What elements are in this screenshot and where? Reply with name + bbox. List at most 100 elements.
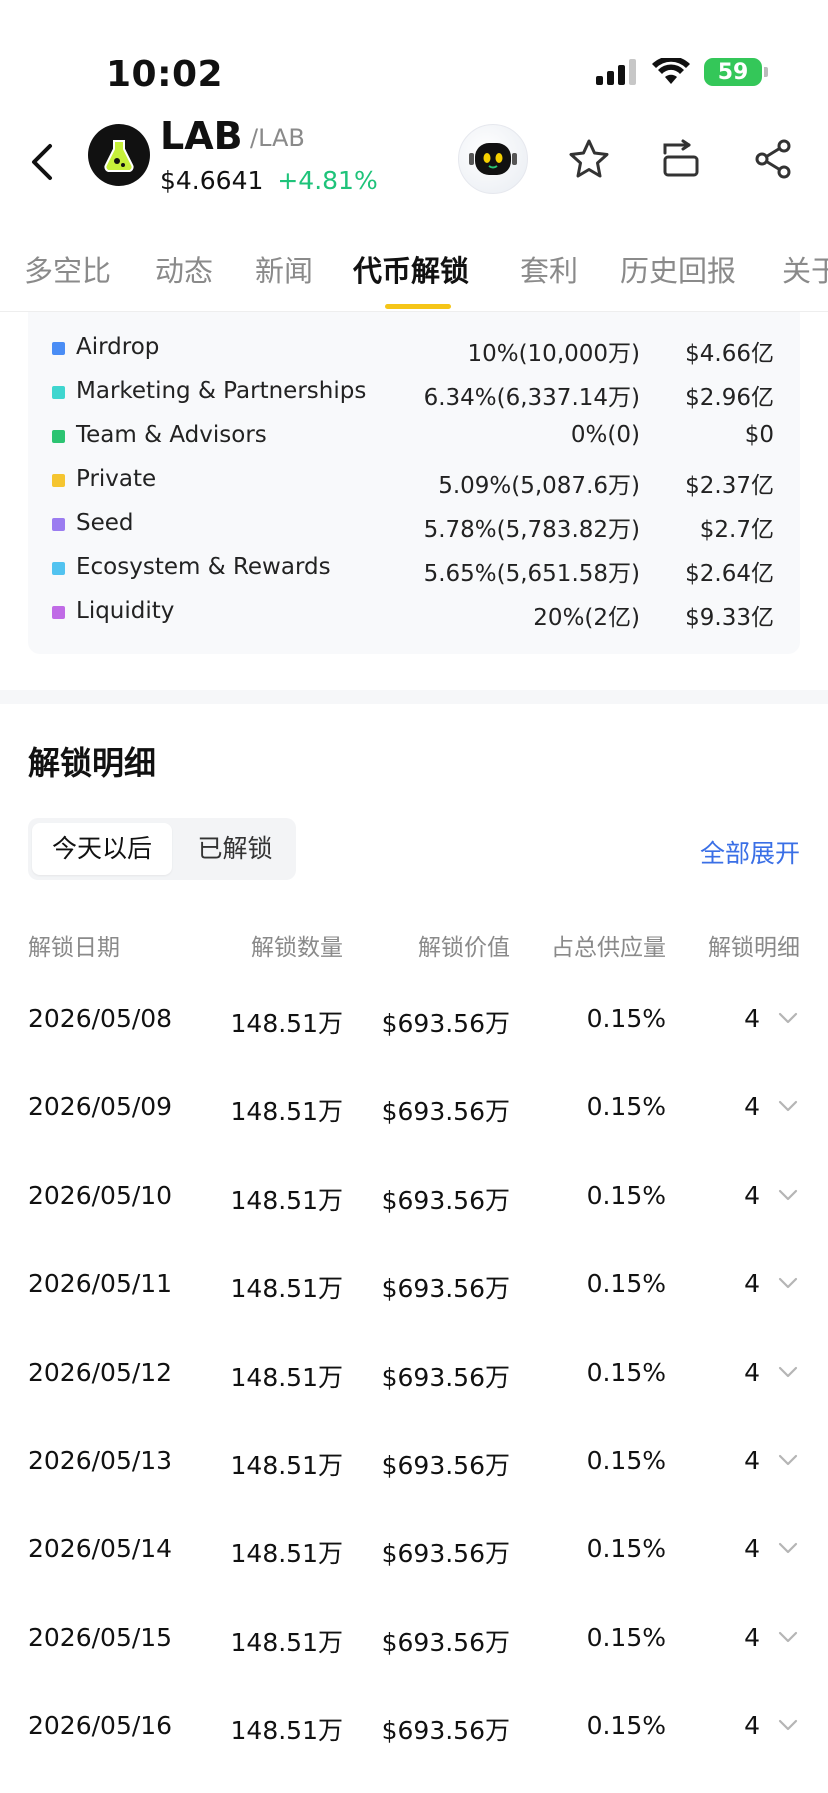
unlock-amount-cell: 148.51万 bbox=[230, 1362, 343, 1392]
allocation-percent: 6.34%(6,337.14万) bbox=[423, 385, 640, 411]
chevron-down-icon[interactable] bbox=[776, 1271, 800, 1295]
coin-name: LAB bbox=[160, 114, 243, 158]
unlock-amount-cell: 148.51万 bbox=[230, 1716, 343, 1746]
allocation-value: $2.96亿 bbox=[685, 385, 774, 411]
battery-level: 59 bbox=[717, 59, 749, 85]
chevron-down-icon[interactable] bbox=[776, 1360, 800, 1384]
allocation-swatch bbox=[52, 562, 65, 575]
unlock-date-cell: 2026/05/11 bbox=[28, 1269, 173, 1299]
star-icon bbox=[569, 139, 609, 178]
allocation-swatch bbox=[52, 474, 65, 487]
allocation-value: $0 bbox=[744, 422, 774, 448]
allocation-name: Liquidity bbox=[76, 598, 175, 624]
table-row[interactable]: 2026/05/10 148.51万 $693.56万 0.15% 4 bbox=[0, 1151, 828, 1239]
unlock-date-cell: 2026/05/13 bbox=[28, 1446, 173, 1475]
tab-historical-returns[interactable]: 历史回报 bbox=[620, 248, 736, 290]
allocation-value: $2.37亿 bbox=[685, 473, 774, 499]
tab-news[interactable]: 新闻 bbox=[255, 248, 313, 290]
coin-price: $4.6641 bbox=[160, 166, 264, 195]
allocation-name: Seed bbox=[76, 510, 134, 536]
tab-token-unlock[interactable]: 代币解锁 bbox=[353, 248, 469, 290]
column-supply-share: 占总供应量 bbox=[551, 935, 666, 961]
segment-upcoming[interactable]: 今天以后 bbox=[32, 823, 172, 875]
unlock-value-cell: $693.56万 bbox=[381, 1627, 510, 1657]
allocation-name: Private bbox=[76, 466, 157, 492]
unlock-value-cell: $693.56万 bbox=[381, 1362, 510, 1392]
column-unlock-date: 解锁日期 bbox=[28, 935, 120, 961]
table-row[interactable]: 2026/05/11 148.51万 $693.56万 0.15% 4 bbox=[0, 1239, 828, 1327]
allocation-name: Airdrop bbox=[76, 334, 160, 360]
coin-logo-icon bbox=[88, 124, 150, 186]
allocation-card: Airdrop 10%(10,000万) $4.66亿 Marketing & … bbox=[28, 312, 800, 654]
unlock-amount-cell: 148.51万 bbox=[230, 1097, 343, 1127]
chevron-down-icon[interactable] bbox=[776, 1006, 800, 1030]
supply-share-cell: 0.15% bbox=[586, 1092, 666, 1122]
supply-share-cell: 0.15% bbox=[586, 1446, 666, 1475]
allocation-percent: 0%(0) bbox=[570, 422, 640, 448]
chevron-down-icon[interactable] bbox=[776, 1536, 800, 1560]
share-button[interactable] bbox=[742, 128, 804, 190]
chevron-down-icon[interactable] bbox=[776, 1183, 800, 1207]
unlock-date-cell: 2026/05/08 bbox=[28, 1004, 173, 1033]
tab-activity[interactable]: 动态 bbox=[155, 248, 213, 290]
back-button[interactable] bbox=[18, 132, 66, 192]
detail-count-cell: 4 bbox=[744, 1446, 760, 1475]
allocation-name: Ecosystem & Rewards bbox=[76, 554, 331, 580]
allocation-name: Marketing & Partnerships bbox=[76, 378, 367, 404]
allocation-row: Marketing & Partnerships 6.34%(6,337.14万… bbox=[28, 370, 800, 414]
header-actions bbox=[458, 124, 804, 194]
allocation-row: Airdrop 10%(10,000万) $4.66亿 bbox=[28, 326, 800, 370]
allocation-name: Team & Advisors bbox=[76, 422, 267, 448]
supply-share-cell: 0.15% bbox=[586, 1357, 666, 1387]
chevron-down-icon[interactable] bbox=[776, 1448, 800, 1472]
section-divider bbox=[0, 690, 828, 704]
table-row[interactable]: 2026/05/08 148.51万 $693.56万 0.15% 4 bbox=[0, 974, 828, 1062]
status-time: 10:02 bbox=[106, 54, 224, 95]
allocation-swatch bbox=[52, 430, 65, 443]
coin-pair: /LAB bbox=[250, 124, 305, 152]
table-row[interactable]: 2026/05/14 148.51万 $693.56万 0.15% 4 bbox=[0, 1504, 828, 1592]
unlock-date-cell: 2026/05/14 bbox=[28, 1534, 173, 1564]
chevron-down-icon[interactable] bbox=[776, 1625, 800, 1649]
table-row[interactable]: 2026/05/13 148.51万 $693.56万 0.15% 4 bbox=[0, 1416, 828, 1504]
unlock-value-cell: $693.56万 bbox=[381, 1539, 510, 1569]
favorite-button[interactable] bbox=[558, 128, 620, 190]
allocation-row: Ecosystem & Rewards 5.65%(5,651.58万) $2.… bbox=[28, 546, 800, 590]
allocation-swatch bbox=[52, 342, 65, 355]
swap-button[interactable] bbox=[650, 128, 712, 190]
table-row[interactable]: 2026/05/09 148.51万 $693.56万 0.15% 4 bbox=[0, 1062, 828, 1150]
segment-unlocked[interactable]: 已解锁 bbox=[178, 823, 292, 875]
tab-about[interactable]: 关于 bbox=[782, 248, 828, 290]
unlock-amount-cell: 148.51万 bbox=[230, 1539, 343, 1569]
ai-bot-button[interactable] bbox=[458, 124, 528, 194]
allocation-percent: 5.09%(5,087.6万) bbox=[438, 473, 640, 499]
chevron-down-icon[interactable] bbox=[776, 1713, 800, 1737]
unlock-value-cell: $693.56万 bbox=[381, 1274, 510, 1304]
table-row[interactable]: 2026/05/12 148.51万 $693.56万 0.15% 4 bbox=[0, 1328, 828, 1416]
unlock-date-cell: 2026/05/15 bbox=[28, 1622, 173, 1652]
supply-share-cell: 0.15% bbox=[586, 1269, 666, 1299]
tab-arbitrage[interactable]: 套利 bbox=[520, 248, 578, 290]
unlock-amount-cell: 148.51万 bbox=[230, 1627, 343, 1657]
tab-long-short-ratio[interactable]: 多空比 bbox=[24, 248, 111, 290]
allocation-value: $2.7亿 bbox=[699, 517, 774, 543]
detail-count-cell: 4 bbox=[744, 1622, 760, 1652]
table-row[interactable]: 2026/05/16 148.51万 $693.56万 0.15% 4 bbox=[0, 1681, 828, 1769]
wifi-icon bbox=[652, 58, 690, 84]
allocation-value: $2.64亿 bbox=[685, 561, 774, 587]
unlock-date-cell: 2026/05/16 bbox=[28, 1711, 173, 1741]
table-row[interactable]: 2026/05/15 148.51万 $693.56万 0.15% 4 bbox=[0, 1593, 828, 1681]
unlock-value-cell: $693.56万 bbox=[381, 1716, 510, 1746]
allocation-row: Team & Advisors 0%(0) $0 bbox=[28, 414, 800, 458]
back-arrow-icon bbox=[32, 144, 52, 180]
column-unlock-amount: 解锁数量 bbox=[251, 935, 343, 961]
chevron-down-icon[interactable] bbox=[776, 1094, 800, 1118]
supply-share-cell: 0.15% bbox=[586, 1711, 666, 1741]
unlock-amount-cell: 148.51万 bbox=[230, 1451, 343, 1480]
battery-indicator: 59 bbox=[704, 58, 768, 86]
price-change: +4.81% bbox=[277, 166, 378, 195]
allocation-row: Seed 5.78%(5,783.82万) $2.7亿 bbox=[28, 502, 800, 546]
detail-count-cell: 4 bbox=[744, 1357, 760, 1387]
expand-all-link[interactable]: 全部展开 bbox=[700, 834, 800, 870]
unlock-value-cell: $693.56万 bbox=[381, 1185, 510, 1215]
